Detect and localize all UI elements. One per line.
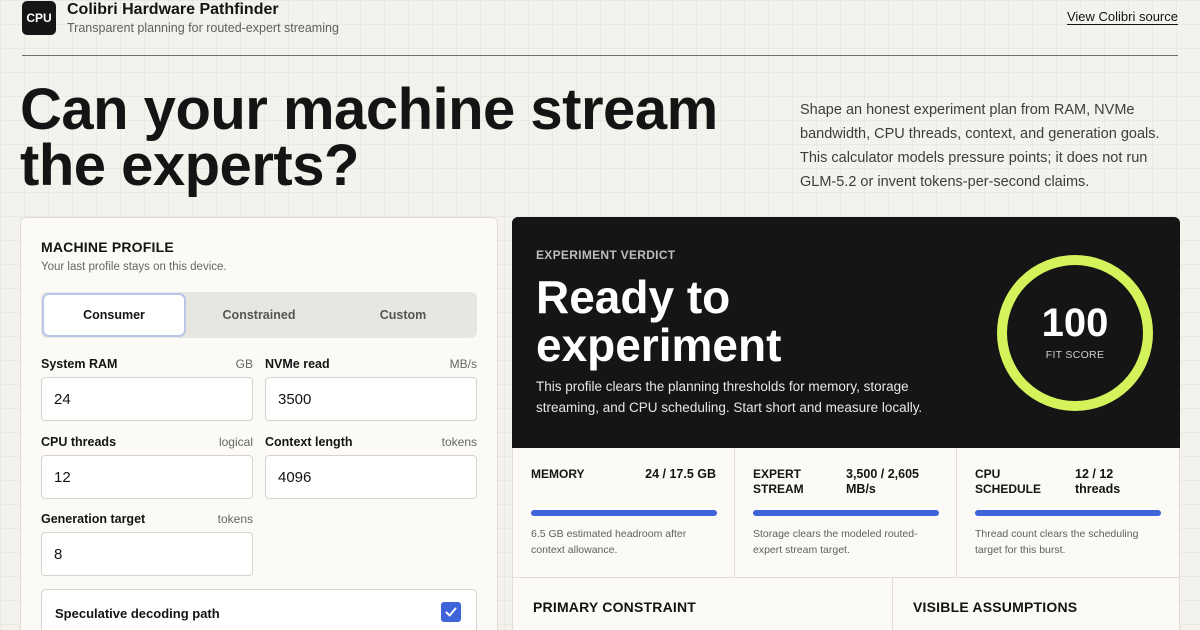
ram-input[interactable] [41,377,253,421]
threads-label: CPU threads [41,435,117,449]
metric-value-line1: 3,500 / 2,605 [846,467,919,481]
experiment-verdict-card: EXPERIMENT VERDICT Ready to experiment T… [512,217,1180,448]
metric-name-line2: STREAM [753,482,804,496]
cpu-logo-icon: CPU [22,1,56,35]
verdict-description: This profile clears the planning thresho… [536,379,923,415]
metric-value: 24 / 17.5 GB [645,467,716,482]
preset-consumer-button[interactable]: Consumer [44,295,184,335]
machine-profile-panel: MACHINE PROFILE Your last profile stays … [20,217,498,630]
verdict-title: Ready to experiment [536,273,966,369]
speculative-decoding-toggle[interactable]: Speculative decoding path [41,589,477,630]
metric-memory: MEMORY 24 / 17.5 GB 6.5 GB estimated hea… [513,448,735,578]
metric-note: Thread count clears the scheduling targe… [975,526,1138,558]
metric-value-line1: 24 / 17.5 GB [645,467,716,481]
nvme-input[interactable] [265,377,477,421]
metric-note: 6.5 GB estimated headroom after context … [531,526,686,558]
metric-name-line1: MEMORY [531,467,585,481]
metric-value-line2: threads [1075,482,1121,496]
top-bar: CPU Colibri Hardware Pathfinder Transpar… [22,0,1178,56]
verdict-title-line1: Ready to [536,271,731,323]
speculative-label: Speculative decoding path [55,606,220,621]
context-label: Context length [265,435,353,449]
hero-description: Shape an honest experiment plan from RAM… [800,102,1160,190]
generation-unit: tokens [217,512,253,526]
app-title: Colibri Hardware Pathfinder [67,1,279,18]
preset-constrained-button[interactable]: Constrained [189,295,329,335]
ram-label: System RAM [41,357,118,371]
threads-input[interactable] [41,455,253,499]
checkmark-icon [445,607,457,617]
metric-name: MEMORY [531,467,585,482]
visible-assumptions-section: VISIBLE ASSUMPTIONS [893,578,1180,630]
threads-unit: logical [218,435,253,449]
metric-note: Storage clears the modeled routed- exper… [753,526,918,558]
verdict-title-line2: experiment [536,319,782,371]
metric-bar [753,510,939,516]
speculative-checkbox[interactable] [441,602,461,622]
ram-unit: GB [235,357,253,371]
metric-expert-stream: EXPERT STREAM 3,500 / 2,605 MB/s Storage… [735,448,957,578]
primary-constraint-title: PRIMARY CONSTRAINT [533,599,697,615]
primary-constraint-section: PRIMARY CONSTRAINT [512,578,893,630]
metric-value: 3,500 / 2,605 MB/s [846,467,919,497]
metric-note-line2: target for this burst. [975,544,1066,556]
fit-score-value: 100 [1041,301,1109,345]
metric-name: CPU SCHEDULE [975,467,1041,497]
generation-label: Generation target [41,512,146,526]
metric-note-line1: 6.5 GB estimated headroom after [531,528,687,540]
metric-name-line1: CPU [975,467,1001,481]
app-subtitle: Transparent planning for routed-expert s… [67,21,339,35]
metric-bar [531,510,717,516]
context-unit: tokens [441,435,477,449]
visible-assumptions-title: VISIBLE ASSUMPTIONS [913,599,1078,615]
metric-value-line1: 12 / 12 [1075,467,1114,481]
preset-custom-button[interactable]: Custom [333,295,473,335]
hero-title-line1: Can your machine stream [20,77,718,142]
generation-input[interactable] [41,532,253,576]
metric-value: 12 / 12 threads [1075,467,1120,497]
panel-title: MACHINE PROFILE [41,239,174,255]
metric-name-line1: EXPERT [753,467,802,481]
hero-title-line2: the experts? [20,133,359,198]
panel-subtitle: Your last profile stays on this device. [41,261,227,273]
metric-note-line2: expert stream target. [753,544,850,556]
metric-cpu-schedule: CPU SCHEDULE 12 / 12 threads Thread coun… [957,448,1181,578]
metric-name: EXPERT STREAM [753,467,804,497]
metrics-row: MEMORY 24 / 17.5 GB 6.5 GB estimated hea… [512,448,1180,578]
nvme-label: NVMe read [265,357,330,371]
metric-note-line2: context allowance. [531,544,618,556]
hero-title: Can your machine stream the experts? [20,77,780,198]
fit-score-label: FIT SCORE [1045,349,1105,361]
context-input[interactable] [265,455,477,499]
nvme-unit: MB/s [449,357,477,371]
view-source-link[interactable]: View Colibri source [1066,10,1178,25]
metric-name-line2: SCHEDULE [975,482,1042,496]
metric-bar [975,510,1161,516]
metric-value-line2: MB/s [846,482,876,496]
metric-note-line1: Thread count clears the scheduling [975,528,1139,540]
preset-selector: Consumer Constrained Custom [41,292,477,338]
metric-note-line1: Storage clears the modeled routed- [753,528,918,540]
verdict-kicker: EXPERIMENT VERDICT [536,248,676,262]
